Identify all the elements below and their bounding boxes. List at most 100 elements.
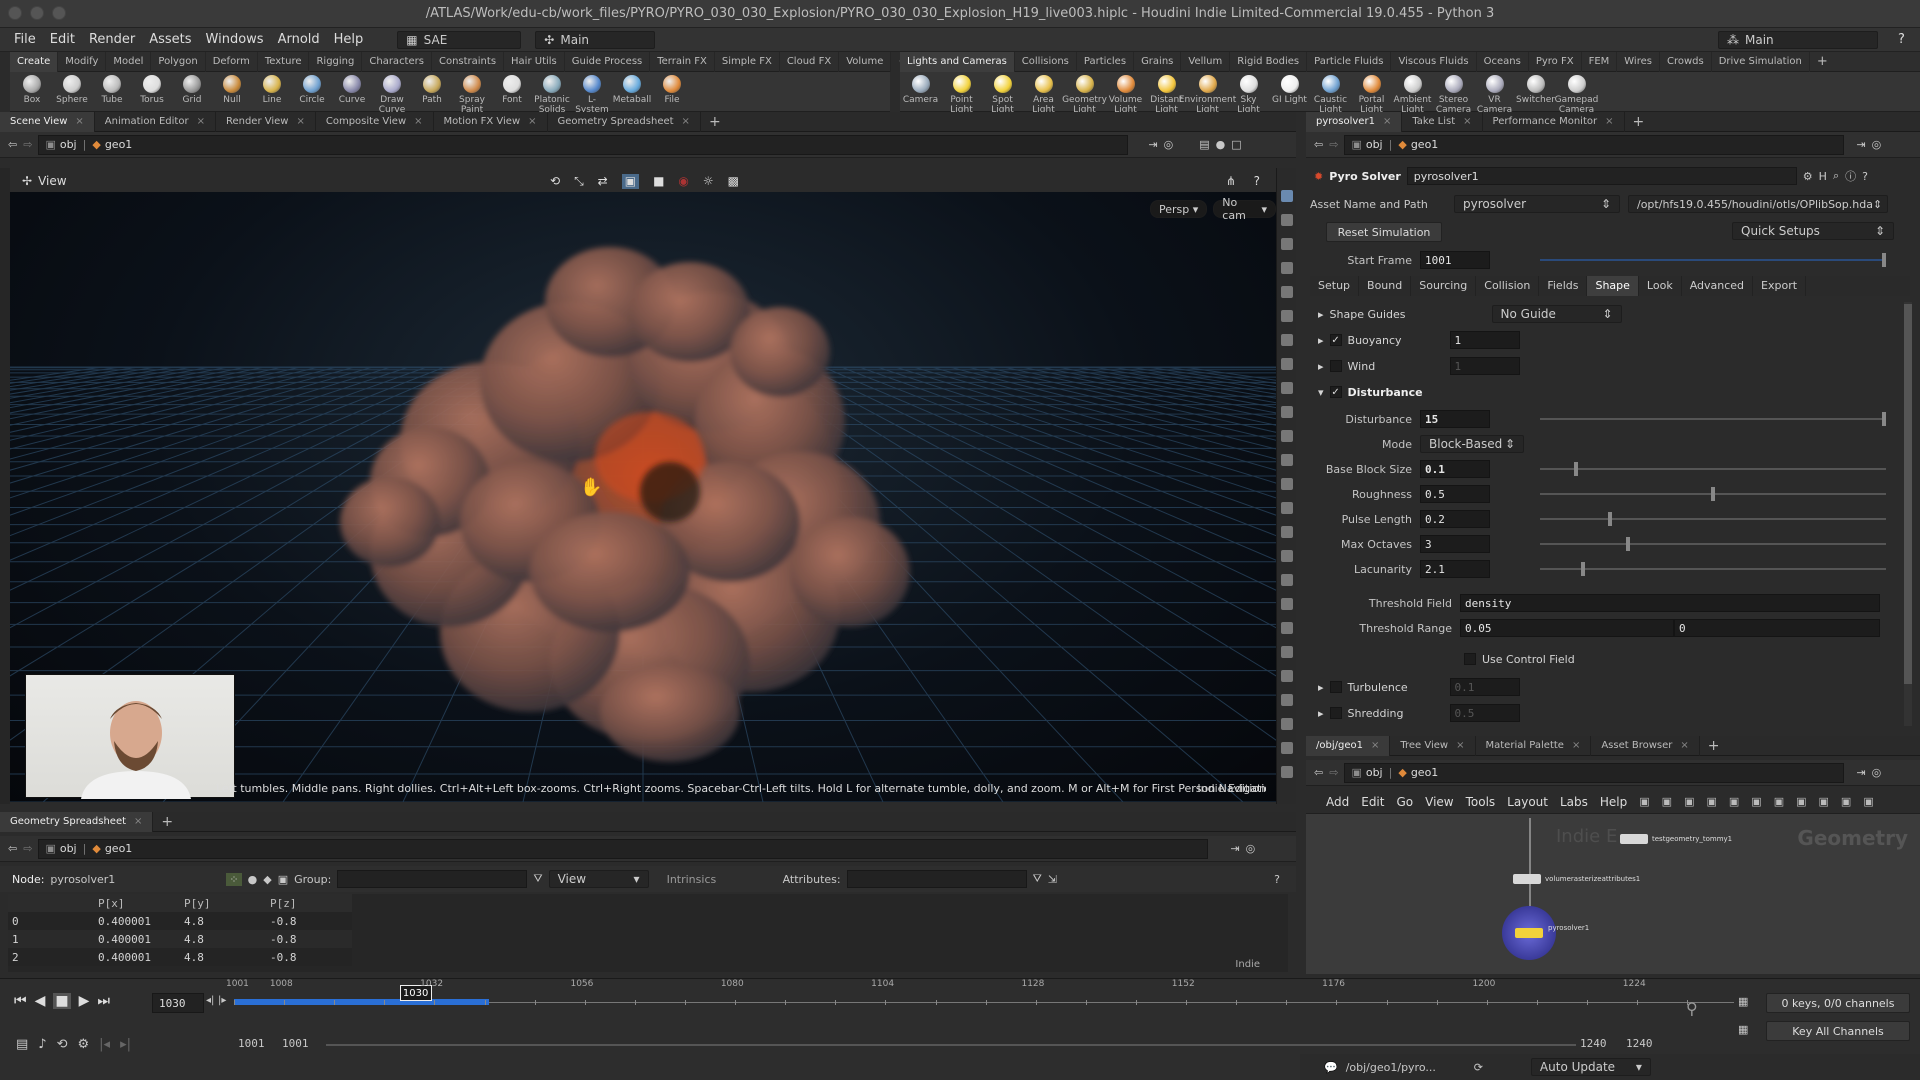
shredding-field[interactable]: 0.5	[1449, 704, 1520, 722]
table-row[interactable]: 2 0.400001 4.8 -0.8	[8, 948, 352, 966]
shelf-tab-volume[interactable]: Volume	[839, 51, 892, 72]
threshold-range-max[interactable]: 0	[1674, 619, 1880, 637]
expand-arrow-icon[interactable]: ▸	[1318, 707, 1324, 720]
select-tool-icon[interactable]	[1281, 190, 1293, 202]
subtab-fields[interactable]: Fields	[1539, 276, 1588, 296]
shelf-tab-terrain-fx[interactable]: Terrain FX	[650, 51, 715, 72]
slider-handle[interactable]	[1574, 462, 1579, 476]
slider-handle[interactable]	[1882, 412, 1886, 426]
viewport-options-icon[interactable]: ⋔	[1226, 174, 1236, 188]
table-row[interactable]: 1 0.400001 4.8 -0.8	[8, 930, 352, 948]
shredding-label[interactable]: Shredding	[1348, 707, 1444, 720]
eye-tool-icon[interactable]	[1281, 622, 1293, 634]
snapshot-icon[interactable]: ●	[1216, 138, 1226, 151]
note-icon[interactable]: ▣	[1751, 795, 1761, 808]
menu-file[interactable]: File	[14, 32, 36, 47]
pin-icon[interactable]: ⇥	[1148, 138, 1157, 151]
tab-take-list[interactable]: Take List ×	[1402, 111, 1483, 132]
params-path-field[interactable]: ▣ obj | ◆ geo1	[1344, 134, 1845, 155]
back-arrow-icon[interactable]: ⇦	[8, 842, 17, 855]
current-frame-field[interactable]: 1030	[152, 993, 204, 1013]
subtab-setup[interactable]: Setup	[1310, 276, 1360, 296]
maximize-window-button[interactable]	[52, 6, 66, 20]
tab-material-palette[interactable]: Material Palette ×	[1476, 735, 1592, 756]
node-body[interactable]	[1515, 928, 1543, 938]
wind-field[interactable]: 1	[1449, 357, 1520, 375]
node-pyrosolver-selected[interactable]	[1502, 906, 1556, 960]
tumble-icon[interactable]: ⟲	[550, 174, 560, 189]
menu-assets[interactable]: Assets	[149, 32, 191, 47]
audio-icon[interactable]: ♪	[38, 1037, 46, 1052]
disturbance-section-label[interactable]: Disturbance	[1348, 386, 1423, 399]
lights-icon[interactable]: ☼	[703, 174, 714, 189]
path-geo[interactable]: geo1	[105, 138, 132, 151]
link-icon[interactable]: ◎	[1872, 766, 1882, 779]
tool-sphere[interactable]: Sphere	[52, 72, 92, 105]
network-path-field[interactable]: ▣ obj | ◆ geo1	[1344, 762, 1845, 783]
close-icon[interactable]: ×	[197, 116, 205, 127]
close-icon[interactable]: ×	[1456, 740, 1464, 751]
shape-guides-dropdown[interactable]: No Guide ⇕	[1491, 305, 1622, 323]
handle-tool-icon[interactable]	[1281, 334, 1293, 346]
close-icon[interactable]: ×	[414, 116, 422, 127]
path-geo[interactable]: geo1	[1411, 766, 1438, 779]
tool-grid[interactable]: Grid	[172, 72, 212, 105]
roughness-slider[interactable]	[1540, 487, 1886, 501]
wind-checkbox[interactable]	[1329, 360, 1342, 372]
link-icon[interactable]: ◎	[1872, 138, 1882, 151]
filter-icon[interactable]: ⛛	[533, 872, 542, 886]
tool-torus[interactable]: Torus	[132, 72, 172, 105]
tab-asset-browser[interactable]: Asset Browser ×	[1591, 735, 1700, 756]
shelf-tab-rigid-bodies[interactable]: Rigid Bodies	[1230, 51, 1308, 72]
primitives-icon[interactable]: ◆	[263, 873, 271, 886]
dopesheet-icon[interactable]: ▦	[1738, 995, 1748, 1008]
shelf-tab-drive-simulation[interactable]: Drive Simulation	[1712, 51, 1810, 72]
slider-handle[interactable]	[1608, 512, 1613, 526]
desktop-dropdown[interactable]: ▦ SAE	[397, 30, 522, 49]
reset-simulation-button[interactable]: Reset Simulation	[1326, 222, 1442, 242]
shelf-tab-modify[interactable]: Modify	[58, 51, 107, 72]
timeline-ruler[interactable]: 1030 1001 1008 1032 1056 1080 1104 1128 1152 117…	[226, 979, 1734, 1021]
forward-arrow-icon[interactable]: ⇨	[23, 138, 32, 151]
slider-handle[interactable]	[1711, 487, 1715, 501]
back-arrow-icon[interactable]: ⇦	[8, 138, 17, 151]
settings-icon[interactable]: ⚙	[78, 1037, 90, 1052]
vertices-icon[interactable]: ●	[248, 873, 258, 886]
tab-params[interactable]: pyrosolver1 ×	[1306, 111, 1403, 132]
network-menu-tools[interactable]: Tools	[1466, 795, 1496, 809]
tool-box[interactable]: Box	[12, 72, 52, 105]
step-back-icon[interactable]: ◂|	[206, 995, 214, 1006]
persp-dropdown[interactable]: Persp ▾	[1150, 200, 1208, 218]
buoyancy-field[interactable]: 1	[1449, 331, 1520, 349]
camera-tool-icon[interactable]	[1281, 358, 1293, 370]
shredding-checkbox[interactable]	[1329, 707, 1342, 719]
key-all-channels-button[interactable]: Key All Channels	[1766, 1021, 1910, 1041]
points-icon[interactable]: ⁘	[226, 872, 242, 886]
key-icon[interactable]: ▦	[1738, 1023, 1748, 1036]
step-forward-icon[interactable]: |▸	[218, 995, 226, 1006]
shelf-tab-lights-and-cameras[interactable]: Lights and Cameras	[900, 51, 1015, 72]
star-tool-icon[interactable]	[1281, 718, 1293, 730]
tab-geometry-spreadsheet-bottom[interactable]: Geometry Spreadsheet ×	[0, 811, 154, 832]
tool-vr-camera[interactable]: VR Camera	[1474, 72, 1515, 115]
tab-composite-view[interactable]: Composite View ×	[316, 111, 434, 132]
node-body[interactable]	[1620, 834, 1648, 844]
turbulence-label[interactable]: Turbulence	[1348, 681, 1444, 694]
home-icon[interactable]: ▣	[1863, 795, 1873, 808]
minimize-window-button[interactable]	[30, 6, 44, 20]
network-editor[interactable]: Indie E Geometry testgeometry_tommy1 vol…	[1306, 814, 1920, 974]
network-menu-labs[interactable]: Labs	[1560, 795, 1588, 809]
forward-arrow-icon[interactable]: ⇨	[1329, 766, 1338, 779]
flipbook-icon[interactable]: ▩	[728, 174, 739, 189]
network-menu-view[interactable]: View	[1425, 795, 1453, 809]
node-body[interactable]	[1513, 874, 1541, 884]
node-testgeometry[interactable]: testgeometry_tommy1	[1620, 834, 1732, 844]
detail-icon[interactable]: ▣	[278, 873, 288, 886]
bulb-tool-icon[interactable]	[1281, 310, 1293, 322]
group-input[interactable]	[337, 870, 528, 888]
add-shelf-icon[interactable]: +	[1810, 52, 1835, 72]
network-menu-help[interactable]: Help	[1600, 795, 1627, 809]
close-icon[interactable]: ×	[528, 116, 536, 127]
flag-tool-icon[interactable]	[1281, 742, 1293, 754]
disturbance-field[interactable]: 15	[1420, 410, 1490, 428]
